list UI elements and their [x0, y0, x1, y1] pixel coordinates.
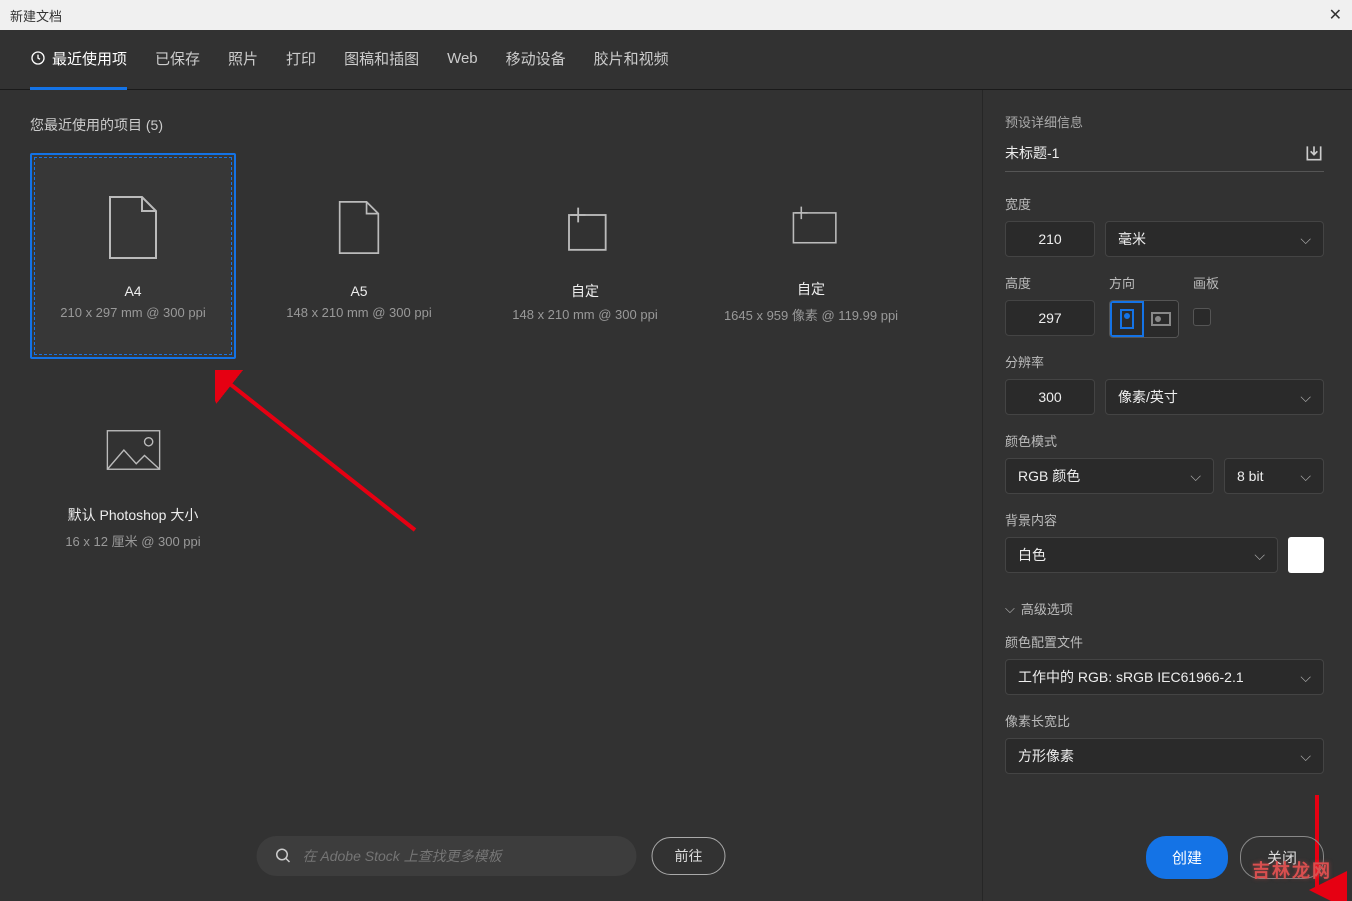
- page-icon: [106, 193, 161, 263]
- clipboard-icon: [784, 189, 839, 259]
- tab-label: 照片: [228, 48, 258, 69]
- preset-title: 自定: [797, 279, 825, 299]
- preset-a5[interactable]: A5 148 x 210 mm @ 300 ppi: [256, 153, 462, 359]
- clipboard-icon: [558, 191, 613, 261]
- background-select[interactable]: 白色 ⌵: [1005, 537, 1278, 573]
- clock-icon: [30, 50, 46, 66]
- color-profile-label: 颜色配置文件: [1005, 632, 1324, 651]
- width-label: 宽度: [1005, 194, 1324, 213]
- tab-label: 打印: [286, 48, 316, 69]
- search-icon: [275, 847, 293, 865]
- chevron-down-icon: ⌵: [1300, 231, 1311, 248]
- tab-label: 已保存: [155, 48, 200, 69]
- stock-search-bar: 前往: [257, 836, 726, 876]
- preset-desc: 210 x 297 mm @ 300 ppi: [60, 305, 205, 320]
- tab-saved[interactable]: 已保存: [155, 30, 200, 90]
- tab-mobile[interactable]: 移动设备: [506, 30, 566, 90]
- chevron-down-icon: ⌵: [1005, 601, 1015, 617]
- select-value: 白色: [1018, 545, 1046, 565]
- tab-print[interactable]: 打印: [286, 30, 316, 90]
- pixel-ratio-select[interactable]: 方形像素 ⌵: [1005, 738, 1324, 774]
- close-icon[interactable]: ✕: [1329, 5, 1342, 25]
- select-value: 方形像素: [1018, 746, 1074, 766]
- color-mode-label: 颜色模式: [1005, 431, 1324, 450]
- tab-label: 胶片和视频: [594, 48, 669, 69]
- background-swatch[interactable]: [1288, 537, 1324, 573]
- tab-label: 移动设备: [506, 48, 566, 69]
- preset-custom-2[interactable]: 自定 1645 x 959 像素 @ 119.99 ppi: [708, 153, 914, 359]
- chevron-down-icon: ⌵: [1300, 669, 1311, 686]
- resolution-label: 分辨率: [1005, 352, 1324, 371]
- category-tabs: 最近使用项 已保存 照片 打印 图稿和插图 Web 移动设备 胶片和视频: [0, 30, 1352, 90]
- close-button[interactable]: 关闭: [1240, 836, 1324, 879]
- chevron-down-icon: ⌵: [1300, 748, 1311, 765]
- advanced-label: 高级选项: [1021, 599, 1073, 618]
- orientation-landscape[interactable]: [1144, 301, 1178, 337]
- preset-title: 默认 Photoshop 大小: [68, 505, 199, 525]
- preset-title: A5: [350, 283, 367, 299]
- tab-label: Web: [447, 50, 478, 67]
- pixel-ratio-label: 像素长宽比: [1005, 711, 1324, 730]
- chevron-down-icon: ⌵: [1190, 468, 1201, 485]
- preset-details-panel: 预设详细信息 未标题-1 宽度 毫米 ⌵ 高度 方向: [982, 90, 1352, 901]
- width-input[interactable]: [1005, 221, 1095, 257]
- preset-desc: 16 x 12 厘米 @ 300 ppi: [65, 531, 200, 550]
- create-button[interactable]: 创建: [1146, 836, 1228, 879]
- preset-title: 自定: [571, 281, 599, 301]
- preset-desc: 148 x 210 mm @ 300 ppi: [512, 307, 657, 322]
- stock-search-field[interactable]: [257, 836, 637, 876]
- bit-depth-select[interactable]: 8 bit ⌵: [1224, 458, 1324, 494]
- go-button[interactable]: 前往: [652, 837, 726, 875]
- chevron-down-icon: ⌵: [1254, 547, 1265, 564]
- preset-a4[interactable]: A4 210 x 297 mm @ 300 ppi: [30, 153, 236, 359]
- select-value: 毫米: [1118, 229, 1146, 249]
- window-title: 新建文档: [10, 6, 62, 25]
- stock-search-input[interactable]: [303, 848, 619, 864]
- select-value: 工作中的 RGB: sRGB IEC61966-2.1: [1018, 667, 1244, 687]
- artboard-checkbox[interactable]: [1193, 308, 1211, 326]
- orientation-label: 方向: [1109, 273, 1179, 292]
- recent-items-header: 您最近使用的项目 (5): [30, 115, 952, 135]
- tab-label: 最近使用项: [52, 48, 127, 69]
- tab-film[interactable]: 胶片和视频: [594, 30, 669, 90]
- background-label: 背景内容: [1005, 510, 1324, 529]
- save-preset-icon[interactable]: [1304, 143, 1324, 163]
- advanced-options-toggle[interactable]: ⌵ 高级选项: [1005, 599, 1324, 618]
- preset-title: A4: [124, 283, 141, 299]
- image-icon: [106, 415, 161, 485]
- preset-desc: 148 x 210 mm @ 300 ppi: [286, 305, 431, 320]
- titlebar: 新建文档 ✕: [0, 0, 1352, 30]
- width-unit-select[interactable]: 毫米 ⌵: [1105, 221, 1324, 257]
- select-value: 8 bit: [1237, 468, 1263, 484]
- select-value: RGB 颜色: [1018, 466, 1080, 486]
- preset-custom-1[interactable]: 自定 148 x 210 mm @ 300 ppi: [482, 153, 688, 359]
- tab-web[interactable]: Web: [447, 32, 478, 88]
- height-label: 高度: [1005, 273, 1095, 292]
- tab-art[interactable]: 图稿和插图: [344, 30, 419, 90]
- artboard-label: 画板: [1193, 273, 1219, 292]
- presets-panel: 您最近使用的项目 (5) A4 210 x 297 mm @ 300 ppi A…: [0, 90, 982, 901]
- tab-recent[interactable]: 最近使用项: [30, 30, 127, 90]
- color-profile-select[interactable]: 工作中的 RGB: sRGB IEC61966-2.1 ⌵: [1005, 659, 1324, 695]
- color-mode-select[interactable]: RGB 颜色 ⌵: [1005, 458, 1214, 494]
- height-input[interactable]: [1005, 300, 1095, 336]
- resolution-input[interactable]: [1005, 379, 1095, 415]
- document-name[interactable]: 未标题-1: [1005, 143, 1059, 163]
- resolution-unit-select[interactable]: 像素/英寸 ⌵: [1105, 379, 1324, 415]
- tab-photo[interactable]: 照片: [228, 30, 258, 90]
- details-header: 预设详细信息: [1005, 112, 1324, 131]
- select-value: 像素/英寸: [1118, 387, 1178, 407]
- orientation-portrait[interactable]: [1110, 301, 1144, 337]
- page-icon: [332, 193, 387, 263]
- chevron-down-icon: ⌵: [1300, 468, 1311, 485]
- tab-label: 图稿和插图: [344, 48, 419, 69]
- new-document-dialog: 最近使用项 已保存 照片 打印 图稿和插图 Web 移动设备 胶片和视频 您最近…: [0, 30, 1352, 901]
- preset-default-ps[interactable]: 默认 Photoshop 大小 16 x 12 厘米 @ 300 ppi: [30, 379, 236, 585]
- preset-desc: 1645 x 959 像素 @ 119.99 ppi: [724, 305, 898, 324]
- chevron-down-icon: ⌵: [1300, 389, 1311, 406]
